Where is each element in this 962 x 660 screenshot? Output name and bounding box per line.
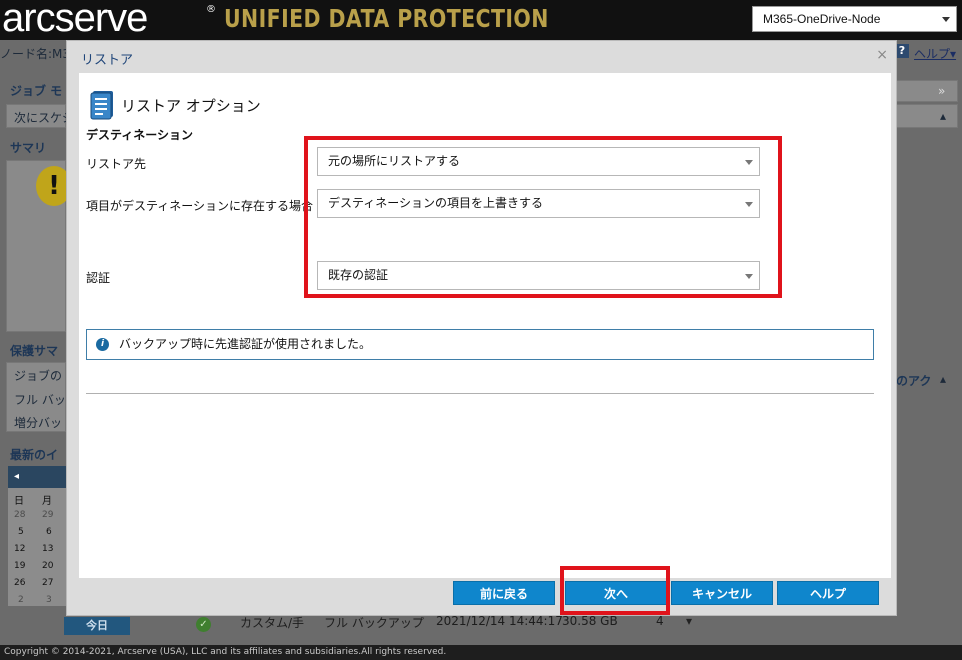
calendar-day[interactable]: 6 <box>46 527 52 537</box>
calendar-day[interactable]: 19 <box>14 561 25 571</box>
product-name: UNIFIED DATA PROTECTION <box>224 4 549 33</box>
calendar-day[interactable]: 27 <box>42 578 53 588</box>
node-select-dropdown[interactable]: M365-OneDrive-Node <box>752 6 957 32</box>
node-name-label: ノード名:M3 <box>0 47 71 61</box>
divider <box>86 393 874 394</box>
copyright-footer: Copyright © 2014-2021, Arcserve (USA), L… <box>0 645 962 660</box>
right-panel-collapse <box>896 104 958 128</box>
node-select-value: M365-OneDrive-Node <box>763 12 881 26</box>
calendar-weekday: 日 <box>14 496 24 507</box>
calendar-day[interactable]: 3 <box>46 595 52 605</box>
protection-summary-heading: 保護サマ <box>10 344 59 358</box>
document-icon <box>90 91 113 120</box>
calendar-day[interactable]: 13 <box>42 544 53 554</box>
close-icon[interactable]: × <box>876 47 888 63</box>
back-button[interactable]: 前に戻る <box>453 581 555 605</box>
event-type: カスタム/手 <box>240 616 305 630</box>
recent-actions-heading: のアク <box>896 374 932 388</box>
calendar-day[interactable]: 26 <box>14 578 25 588</box>
calendar-day[interactable]: 29 <box>42 510 53 520</box>
next-schedule-label: 次にスケジ <box>14 111 75 125</box>
highlight-frame-options <box>304 136 782 298</box>
dialog-title: リストア <box>81 53 134 68</box>
destination-heading: デスティネーション <box>86 128 194 142</box>
success-check-icon: ✓ <box>196 617 211 632</box>
restore-to-label: リストア先 <box>86 157 147 171</box>
event-size: 30.58 GB <box>562 614 618 628</box>
job-monitor-heading: ジョブ モ <box>10 84 63 98</box>
info-icon: i <box>96 338 109 351</box>
event-extra: 4 <box>656 614 664 628</box>
top-header: arcserve ® UNIFIED DATA PROTECTION M365-… <box>0 0 962 40</box>
right-panel-header <box>896 80 958 102</box>
calendar-day[interactable]: 2 <box>18 595 24 605</box>
calendar-day[interactable]: 20 <box>42 561 53 571</box>
calendar-prev-icon[interactable]: ◂ <box>8 466 68 488</box>
collapse-up-icon[interactable]: ▴ <box>940 372 946 386</box>
chevron-down-icon[interactable]: ▾ <box>686 614 692 628</box>
calendar-day[interactable]: 28 <box>14 510 25 520</box>
calendar-weekday: 月 <box>42 496 52 507</box>
latest-events-heading: 最新のイ <box>10 448 59 462</box>
restore-options-title: リストア オプション <box>121 97 261 115</box>
summary-heading: サマリ <box>10 141 47 155</box>
info-message: バックアップ時に先進認証が使用されました。 <box>119 337 372 351</box>
incremental-backup-row: 増分バッ <box>14 416 63 430</box>
if-exists-label: 項目がデスティネーションに存在する場合 <box>86 199 314 213</box>
info-message-bar: i バックアップ時に先進認証が使用されました。 <box>86 329 874 360</box>
cancel-button[interactable]: キャンセル <box>671 581 773 605</box>
chevron-down-icon <box>942 17 950 22</box>
calendar: ◂ 日 月 28 29 5 6 12 13 19 20 26 27 2 3 <box>8 466 68 606</box>
today-button[interactable]: 今日 <box>64 617 130 635</box>
job-row-header: ジョブの <box>14 369 63 383</box>
logo-registered-mark: ® <box>206 4 216 15</box>
help-question-icon[interactable]: ? <box>895 44 909 58</box>
help-menu-link[interactable]: ヘルプ▾ <box>914 45 956 62</box>
event-backup-type: フル バックアップ <box>324 616 424 630</box>
restore-dialog: リストア × リストア オプション デスティネーション リストア先 元の場所にリ… <box>66 40 897 616</box>
full-backup-row: フル バッ <box>14 393 66 407</box>
highlight-frame-next <box>560 566 670 615</box>
help-button[interactable]: ヘルプ <box>777 581 879 605</box>
calendar-day[interactable]: 5 <box>18 527 24 537</box>
collapse-up-icon[interactable]: ▴ <box>940 109 946 123</box>
auth-label: 認証 <box>86 271 111 285</box>
expand-icon[interactable]: » <box>938 84 945 98</box>
brand-logo: arcserve <box>2 0 148 40</box>
event-datetime: 2021/12/14 14:44:17 <box>436 614 563 628</box>
calendar-day[interactable]: 12 <box>14 544 25 554</box>
